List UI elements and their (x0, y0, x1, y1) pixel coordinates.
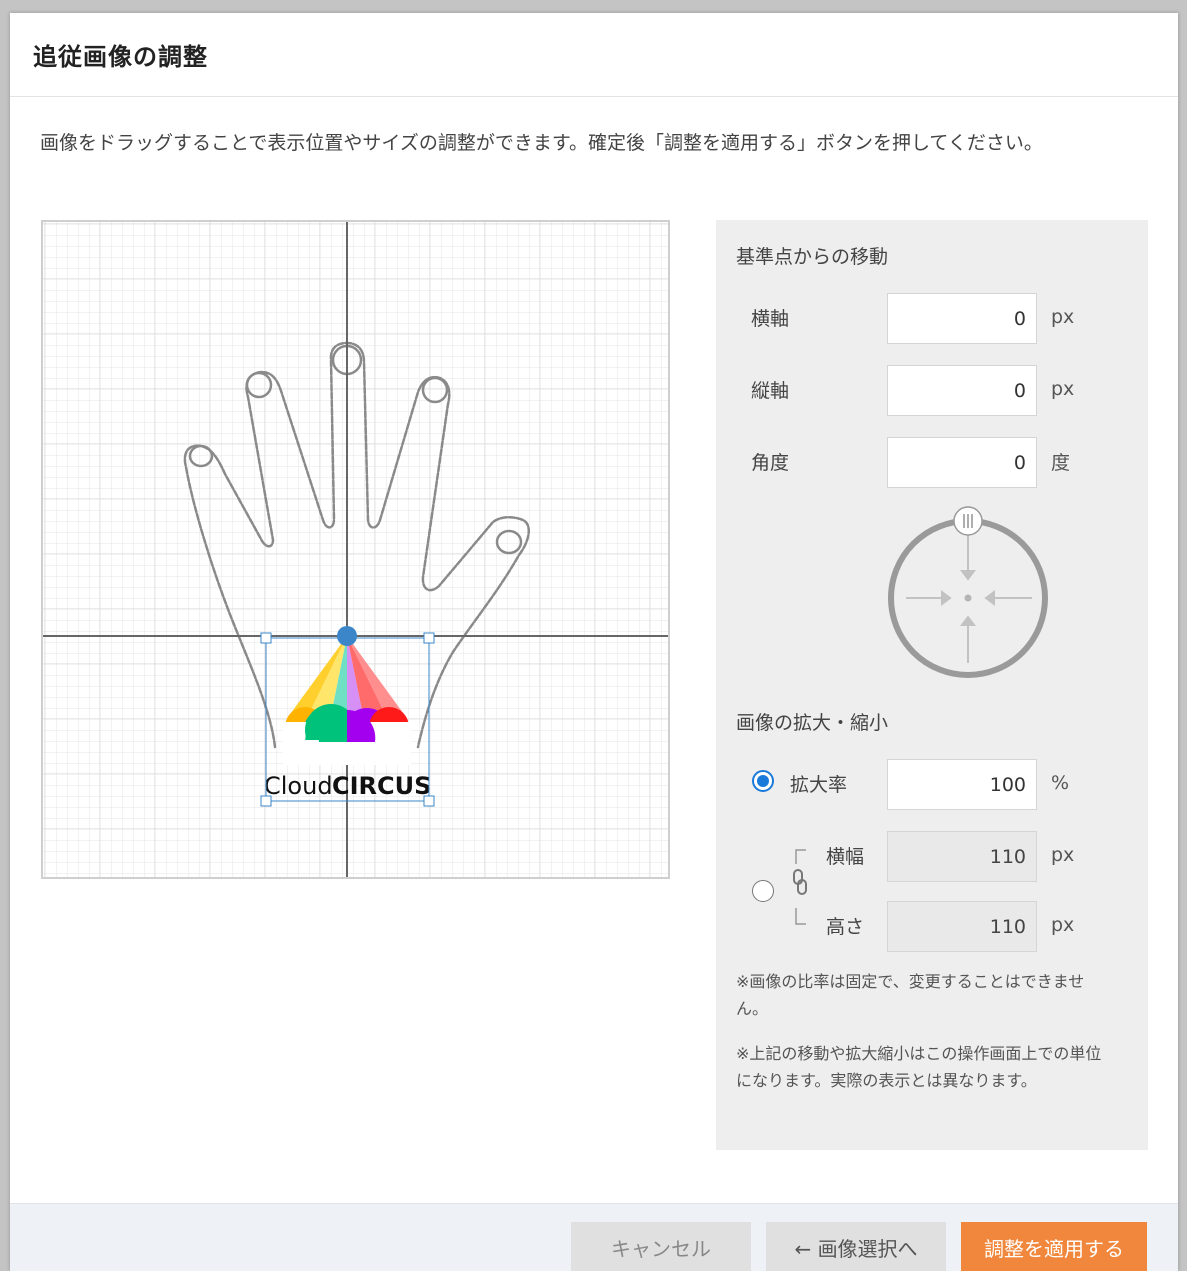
apply-adjustment-button[interactable]: 調整を適用する (961, 1222, 1147, 1271)
dialog-footer: キャンセル ← 画像選択へ 調整を適用する (10, 1203, 1178, 1271)
height-input[interactable] (887, 901, 1037, 952)
logo-text-circus: CIRCUS (332, 772, 431, 800)
angle-label: 角度 (751, 452, 790, 474)
scale-size-radio[interactable] (752, 880, 774, 902)
resize-handle-top-left (260, 632, 272, 644)
resize-handle-top-right (423, 632, 435, 644)
scale-section-title: 画像の拡大・縮小 (736, 712, 889, 734)
instruction-text: 画像をドラッグすることで表示位置やサイズの調整ができます。確定後「調整を適用する… (40, 132, 1043, 154)
ratio-label: 拡大率 (790, 774, 848, 796)
y-axis-input[interactable] (887, 365, 1037, 416)
rotation-dial[interactable] (886, 505, 1050, 680)
back-label: 画像選択へ (817, 1237, 918, 1261)
resize-handle-bottom-left (260, 795, 272, 807)
image-canvas[interactable]: Cloud CIRCUS (41, 220, 670, 879)
cancel-button[interactable]: キャンセル (571, 1222, 751, 1271)
resize-handle-bottom-right (423, 795, 435, 807)
ratio-unit: % (1051, 772, 1070, 794)
dialog-title: 追従画像の調整 (33, 43, 208, 71)
ratio-fixed-note: ※画像の比率は固定で、変更することはできません。 (736, 972, 1085, 1018)
rotate-handle (337, 626, 357, 646)
scale-ratio-radio[interactable] (752, 770, 774, 792)
x-axis-label: 横軸 (751, 308, 790, 330)
width-input[interactable] (887, 831, 1037, 882)
dialog-header: 追従画像の調整 (10, 13, 1178, 97)
angle-input[interactable] (887, 437, 1037, 488)
y-axis-unit: px (1051, 378, 1075, 400)
unit-disclaimer-note: ※上記の移動や拡大縮小はこの操作画面上での単位になります。実際の表示とは異なりま… (736, 1044, 1102, 1090)
width-label: 横幅 (826, 846, 865, 868)
height-label: 高さ (826, 916, 865, 938)
logo-text-cloud: Cloud (264, 772, 333, 800)
height-unit: px (1051, 914, 1075, 936)
move-section-title: 基準点からの移動 (736, 246, 889, 268)
dial-knob[interactable] (953, 506, 983, 536)
ratio-input[interactable] (887, 759, 1037, 810)
adjust-image-dialog: 追従画像の調整 画像をドラッグすることで表示位置やサイズの調整ができます。確定後… (10, 13, 1178, 1271)
angle-unit: 度 (1051, 452, 1071, 474)
y-axis-label: 縦軸 (751, 380, 790, 402)
width-unit: px (1051, 844, 1075, 866)
link-icon (793, 849, 807, 925)
adjust-panel: 基準点からの移動 横軸 px 縦軸 px 角度 度 (716, 220, 1148, 1150)
x-axis-input[interactable] (887, 293, 1037, 344)
back-to-image-select-button[interactable]: ← 画像選択へ (766, 1222, 946, 1271)
x-axis-unit: px (1051, 306, 1075, 328)
arrow-left-icon: ← (794, 1237, 818, 1261)
